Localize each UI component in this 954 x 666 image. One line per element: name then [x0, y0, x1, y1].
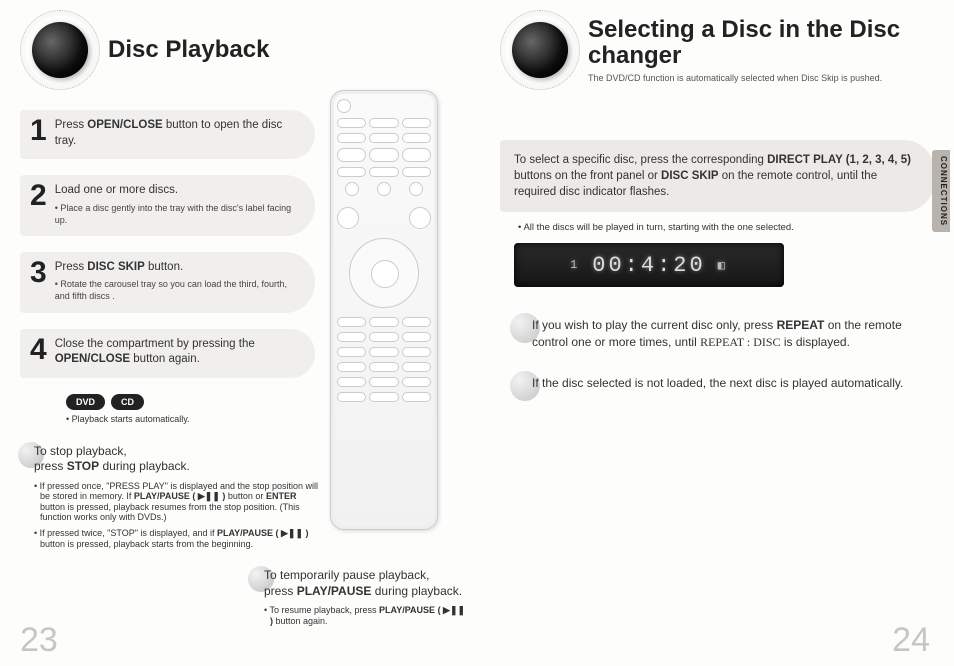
page-left: Disc Playback 1 Press OPEN/CLOSE button t…	[0, 0, 480, 666]
step-text: Load one or more discs.• Place a disc ge…	[55, 183, 301, 226]
info-box: To select a specific disc, press the cor…	[500, 140, 934, 212]
pause-bullet-1: To resume playback, press PLAY/PAUSE ( ▶…	[264, 605, 470, 626]
stop-callout: To stop playback,press STOP during playb…	[20, 444, 320, 549]
badge-cd: CD	[111, 394, 144, 410]
not-loaded-note: If the disc selected is not loaded, the …	[514, 375, 934, 392]
disc-graphic-icon	[500, 10, 580, 90]
page-number-left: 23	[20, 621, 58, 660]
display-icon: ◧	[718, 258, 728, 273]
pause-callout: To temporarily pause playback,press PLAY…	[250, 568, 470, 626]
stop-head: To stop playback,press STOP during playb…	[20, 444, 320, 475]
step-text: Press DISC SKIP button.• Rotate the caro…	[55, 260, 301, 303]
disc-graphic-icon	[20, 10, 100, 90]
step-3: 3 Press DISC SKIP button.• Rotate the car…	[20, 252, 315, 313]
section-tab: CONNECTIONS	[932, 150, 950, 232]
subtitle-right: The DVD/CD function is automatically sel…	[588, 73, 934, 83]
lcd-display: 1 00:4:20 ◧	[514, 243, 784, 287]
step-2: 2 Load one or more discs.• Place a disc g…	[20, 175, 315, 236]
display-time: 00:4:20	[592, 253, 705, 278]
step-text: Close the compartment by pressing the OP…	[55, 337, 301, 368]
step-1: 1 Press OPEN/CLOSE button to open the dis…	[20, 110, 315, 159]
display-disc-num: 1	[570, 258, 580, 272]
auto-play-note: Playback starts automatically.	[66, 414, 356, 424]
remote-control-illustration	[330, 90, 438, 530]
repeat-note: If you wish to play the current disc onl…	[514, 317, 934, 351]
step-4: 4 Close the compartment by pressing the O…	[20, 329, 315, 378]
pause-head: To temporarily pause playback,press PLAY…	[250, 568, 470, 599]
step-number: 4	[30, 335, 47, 365]
page-number-right: 24	[892, 621, 930, 660]
step-text: Press OPEN/CLOSE button to open the disc…	[55, 118, 301, 149]
title-left: Disc Playback	[108, 37, 269, 63]
header-right: Selecting a Disc in the Disc changer The…	[500, 10, 934, 90]
header-left: Disc Playback	[20, 10, 460, 90]
step-number: 3	[30, 258, 47, 288]
step-number: 1	[30, 116, 47, 146]
stop-bullet-1: If pressed once, "PRESS PLAY" is display…	[34, 481, 320, 522]
step-number: 2	[30, 181, 47, 211]
page-right: Selecting a Disc in the Disc changer The…	[480, 0, 954, 666]
all-discs-note: All the discs will be played in turn, st…	[518, 222, 934, 233]
stop-bullet-2: If pressed twice, "STOP" is displayed, a…	[34, 528, 320, 549]
badge-dvd: DVD	[66, 394, 105, 410]
title-right: Selecting a Disc in the Disc changer	[588, 17, 934, 70]
